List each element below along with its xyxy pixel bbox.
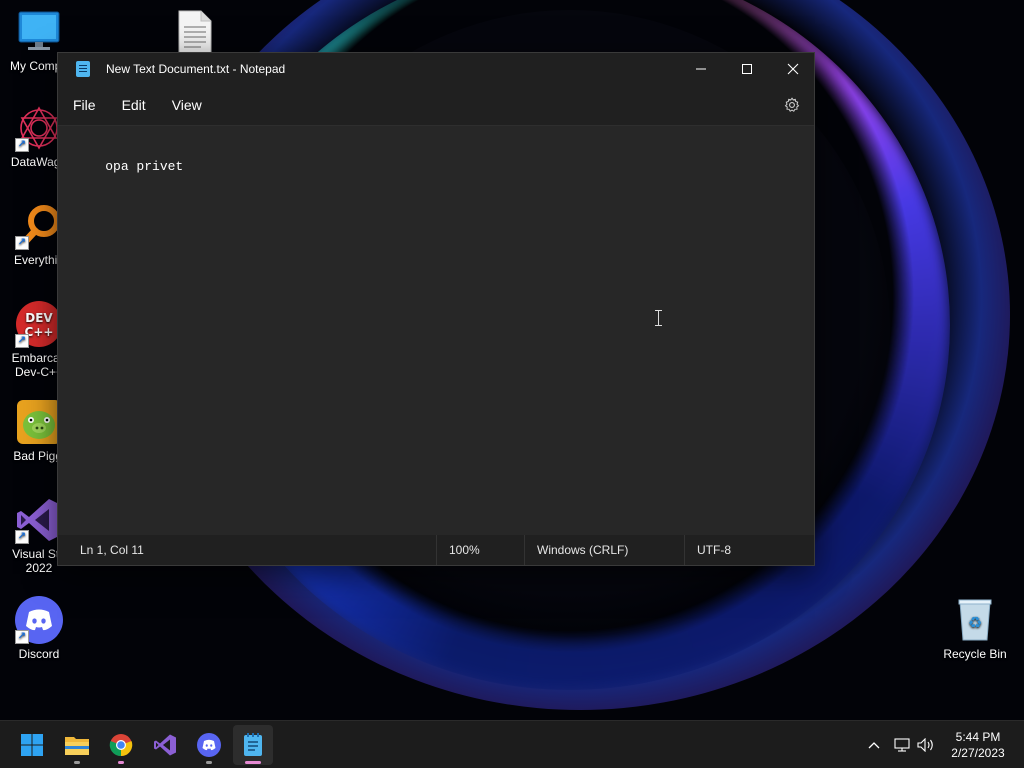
text-file-icon <box>171 8 219 56</box>
shortcut-arrow-icon: ↗ <box>15 138 29 152</box>
desktop-icon-discord[interactable]: ↗ Discord <box>0 596 78 661</box>
gear-icon <box>784 97 800 112</box>
close-icon <box>787 63 799 75</box>
pig-icon <box>15 398 63 446</box>
clock-time: 5:44 PM <box>955 730 1001 744</box>
taskbar-notepad[interactable] <box>233 725 273 765</box>
svg-text:♻: ♻ <box>968 613 982 632</box>
title-bar[interactable]: New Text Document.txt - Notepad <box>58 53 814 85</box>
shortcut-arrow-icon: ↗ <box>15 236 29 250</box>
notepad-icon <box>76 61 90 77</box>
tray-overflow-button[interactable] <box>864 735 884 755</box>
taskbar-clock[interactable]: 5:44 PM 2/27/2023 <box>940 729 1016 761</box>
chevron-up-icon <box>868 742 880 749</box>
ibeam-cursor <box>655 310 663 326</box>
tray-volume[interactable] <box>916 735 936 755</box>
visual-studio-icon <box>154 734 176 756</box>
recycle-bin-icon: ♻ <box>951 596 999 644</box>
discord-icon <box>197 733 221 757</box>
desktop-icon-label: Recycle Bin <box>943 647 1007 661</box>
minimize-icon <box>696 68 706 70</box>
taskbar: 5:44 PM 2/27/2023 <box>0 720 1024 768</box>
shortcut-arrow-icon: ↗ <box>15 334 29 348</box>
text-editor[interactable]: opa privet <box>58 125 814 537</box>
status-line-ending[interactable]: Windows (CRLF) <box>524 535 684 565</box>
windows-logo-icon <box>21 734 43 756</box>
taskbar-chrome[interactable] <box>101 725 141 765</box>
running-indicator <box>245 761 261 764</box>
running-indicator <box>74 761 80 764</box>
close-button[interactable] <box>770 53 816 85</box>
settings-button[interactable] <box>782 95 802 115</box>
discord-icon: ↗ <box>15 596 63 644</box>
status-bar: Ln 1, Col 11 100% Windows (CRLF) UTF-8 <box>58 535 814 565</box>
datawagon-icon: ↗ <box>15 104 63 152</box>
network-icon <box>894 738 910 752</box>
svg-text:DEV: DEV <box>25 311 53 325</box>
status-zoom[interactable]: 100% <box>436 535 524 565</box>
menu-view[interactable]: View <box>159 85 215 125</box>
menu-bar: File Edit View <box>58 85 814 125</box>
taskbar-visual-studio[interactable] <box>145 725 185 765</box>
magnifier-icon: ↗ <box>15 202 63 250</box>
status-cursor-position: Ln 1, Col 11 <box>80 543 144 557</box>
folder-icon <box>65 737 89 755</box>
status-encoding[interactable]: UTF-8 <box>684 535 814 565</box>
start-button[interactable] <box>12 725 52 765</box>
clock-date: 2/27/2023 <box>951 746 1005 760</box>
menu-file[interactable]: File <box>60 85 109 125</box>
maximize-icon <box>742 64 752 74</box>
dev-cpp-icon: DEV C++ ↗ <box>15 300 63 348</box>
notepad-icon <box>244 733 262 756</box>
running-indicator <box>118 761 124 764</box>
desktop-icon-recycle-bin[interactable]: ♻ Recycle Bin <box>936 596 1014 661</box>
menu-edit[interactable]: Edit <box>109 85 159 125</box>
maximize-button[interactable] <box>724 53 770 85</box>
minimize-button[interactable] <box>678 53 724 85</box>
desktop-icon-label: Discord <box>18 647 60 661</box>
taskbar-discord[interactable] <box>189 725 229 765</box>
shortcut-arrow-icon: ↗ <box>15 530 29 544</box>
window-title: New Text Document.txt - Notepad <box>106 62 286 76</box>
notepad-window[interactable]: New Text Document.txt - Notepad File Edi… <box>57 52 815 566</box>
tray-network[interactable] <box>892 735 912 755</box>
visual-studio-icon: ↗ <box>15 496 63 544</box>
speaker-icon <box>917 738 933 752</box>
taskbar-file-explorer[interactable] <box>57 725 97 765</box>
shortcut-arrow-icon: ↗ <box>15 630 29 644</box>
running-indicator <box>206 761 212 764</box>
chrome-icon <box>109 734 133 757</box>
monitor-icon <box>15 8 63 56</box>
editor-content: opa privet <box>105 159 184 174</box>
